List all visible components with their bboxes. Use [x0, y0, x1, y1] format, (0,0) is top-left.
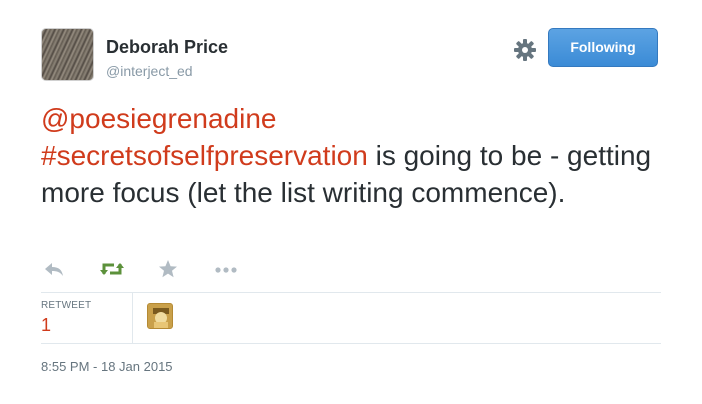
retweeter-avatar[interactable]	[147, 303, 173, 329]
retweet-count[interactable]: 1	[41, 315, 51, 336]
retweet-label: RETWEET	[41, 300, 92, 311]
hashtag-link[interactable]: #secretsofselfpreservation	[41, 140, 368, 171]
gear-icon[interactable]	[512, 37, 538, 63]
tweet-actions	[41, 258, 281, 282]
tweet-text: @poesiegrenadine #secretsofselfpreservati…	[41, 100, 661, 211]
favorite-icon[interactable]	[157, 258, 183, 282]
user-name[interactable]: Deborah Price	[106, 37, 228, 58]
tweet-timestamp[interactable]: 8:55 PM - 18 Jan 2015	[41, 359, 173, 374]
stats-separator	[132, 293, 133, 343]
tweet-header: Deborah Price @interject_ed Following	[41, 28, 661, 82]
user-handle[interactable]: @interject_ed	[106, 63, 193, 79]
divider	[41, 343, 661, 344]
retweet-icon[interactable]	[99, 258, 125, 282]
mention-link[interactable]: @poesiegrenadine	[41, 103, 276, 134]
following-button[interactable]: Following	[548, 28, 658, 67]
tweet-stats: RETWEET 1	[41, 293, 661, 343]
reply-icon[interactable]	[43, 258, 69, 282]
more-icon[interactable]	[213, 258, 239, 282]
avatar[interactable]	[41, 28, 94, 81]
